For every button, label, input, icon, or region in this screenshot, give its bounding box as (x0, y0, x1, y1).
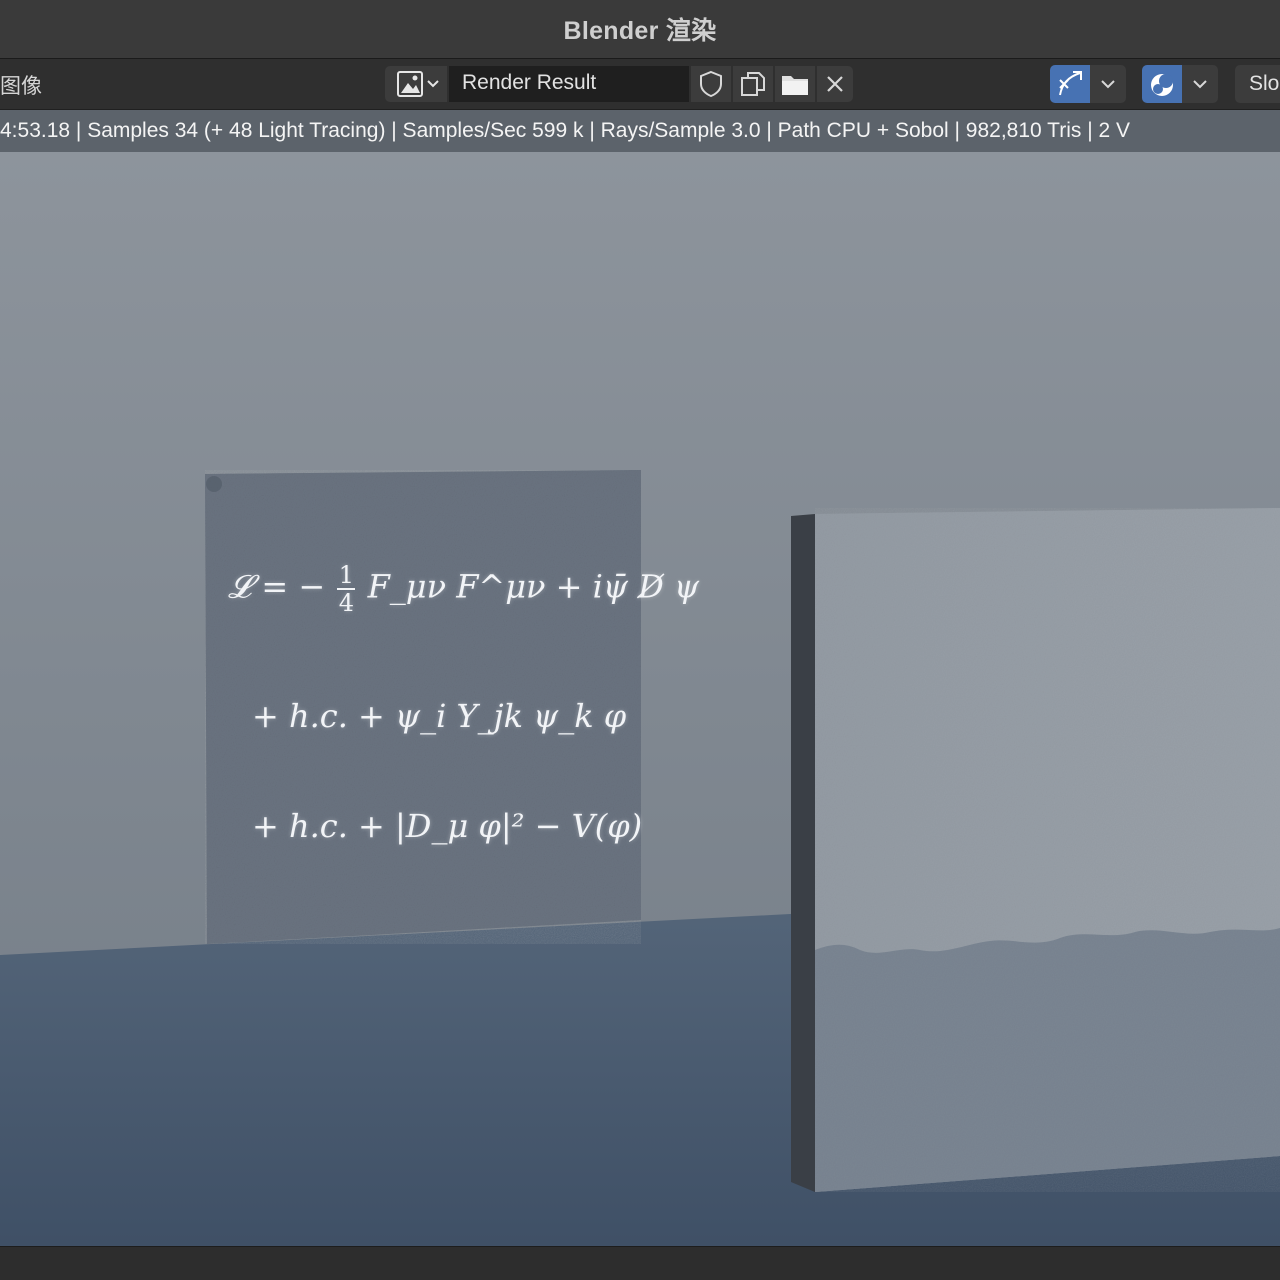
chevron-down-icon (1101, 80, 1115, 89)
formula-line-3: + h.c. + |D_μ φ|² − V(φ) (252, 807, 643, 845)
bottom-strip (0, 1246, 1280, 1280)
shield-icon (700, 70, 722, 98)
render-viewport[interactable]: 𝓛 = − 1 4 F_μν F^μν + iψ̄ D̸ ψ + h.c. + … (0, 152, 1280, 1246)
open-image-button[interactable] (775, 66, 815, 102)
close-icon (827, 76, 843, 92)
duplicate-icon (741, 72, 765, 96)
gizmo-toggle[interactable] (1050, 65, 1090, 103)
image-name-field[interactable]: Render Result (449, 66, 689, 102)
image-browse-button[interactable] (385, 66, 447, 102)
chevron-down-icon (1193, 80, 1207, 89)
formula-line-1: 𝓛 = − 1 4 F_μν F^μν + iψ̄ D̸ ψ (228, 562, 699, 616)
folder-icon (782, 76, 808, 95)
render-stats-bar: 4:53.18 | Samples 34 (+ 48 Light Tracing… (0, 110, 1280, 152)
title-bar: Blender 渲染 (0, 0, 1280, 59)
render-scene (0, 152, 1280, 1246)
window-title: Blender 渲染 (563, 17, 717, 45)
formula-line-2: + h.c. + ψ_i Y_jk ψ_k φ (252, 697, 627, 735)
fraction-denominator: 4 (338, 589, 355, 617)
fake-user-button[interactable] (691, 66, 731, 102)
image-editor-header: 图像 Render Result Slo (0, 59, 1280, 110)
formula-rhs: F_μν F^μν + iψ̄ D̸ ψ (367, 567, 700, 606)
formula-lhs: 𝓛 = − (228, 567, 326, 606)
formula-fraction: 1 4 (337, 561, 356, 617)
duplicate-button[interactable] (733, 66, 773, 102)
fraction-numerator: 1 (338, 561, 355, 589)
gizmo-icon (1059, 71, 1082, 96)
image-menu[interactable]: 图像 (0, 70, 42, 100)
gizmo-dropdown[interactable] (1090, 65, 1126, 103)
overlay-toggle[interactable] (1142, 65, 1182, 103)
image-browse-icon (397, 71, 439, 97)
blender-render-window: Blender 渲染 图像 Render Result Slo 4:53.18 … (0, 0, 1280, 1280)
glass-slab-edge (791, 514, 815, 1192)
overlay-icon (1151, 74, 1173, 96)
unlink-image-button[interactable] (817, 66, 853, 102)
slot-selector[interactable]: Slo (1235, 65, 1280, 103)
overlay-dropdown[interactable] (1182, 65, 1218, 103)
